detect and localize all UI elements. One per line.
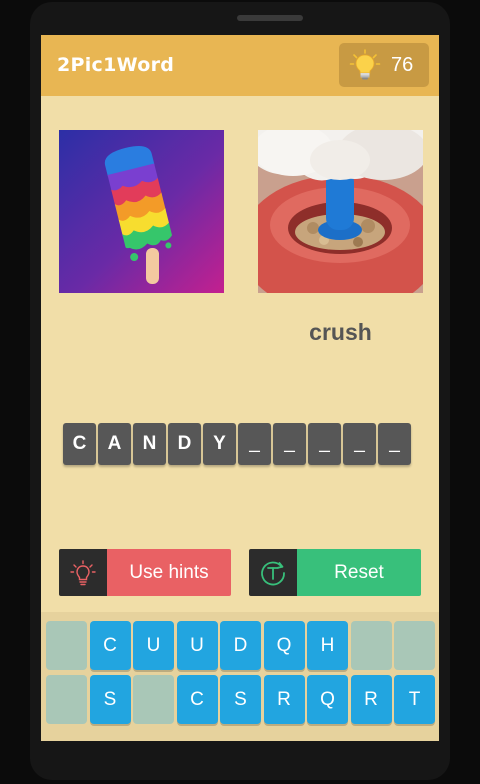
reset-t-icon [261,561,285,585]
key-letter[interactable]: U [176,621,218,670]
key-letter[interactable]: Q [307,675,348,724]
top-bar: 2Pic1Word 76 [41,35,439,96]
answer-slot-empty[interactable]: _ [343,423,376,465]
answer-slot[interactable]: Y [203,423,236,465]
hint-counter[interactable]: 76 [339,43,429,87]
key-empty [350,621,392,670]
reset-label: Reset [297,549,421,596]
answer-row: C A N D Y _ _ _ _ _ [63,423,411,465]
key-letter[interactable]: S [220,675,261,724]
crushing-image [258,130,423,293]
answer-slot-empty[interactable]: _ [308,423,341,465]
game-screen: 2Pic1Word 76 crush C A N D Y _ _ _ _ _ U… [41,35,439,741]
key-letter[interactable]: Q [263,621,305,670]
lightbulb-outline-icon [70,559,96,585]
letter-keyboard: C U U D Q H S C S R Q R T [41,612,439,741]
lightbulb-icon [349,49,381,80]
key-letter[interactable]: C [176,675,218,724]
key-empty [46,621,87,670]
answer-slot[interactable]: N [133,423,166,465]
reset-icon-box [249,549,297,596]
answer-slot[interactable]: D [168,423,201,465]
hint-bulb-icon-box [59,549,107,596]
picture-caption: crush [309,319,372,345]
key-letter[interactable]: D [220,621,261,670]
popsicle-image [59,130,224,293]
key-letter[interactable]: R [350,675,392,724]
key-empty [133,675,174,724]
key-letter[interactable]: T [394,675,435,724]
key-letter[interactable]: U [133,621,174,670]
app-title: 2Pic1Word [57,54,175,76]
key-grid: C U U D Q H S C S R Q R T [46,621,435,724]
key-letter[interactable]: R [263,675,305,724]
key-letter[interactable]: S [89,675,131,724]
reset-button[interactable]: Reset [249,549,421,596]
key-empty [46,675,87,724]
key-letter[interactable]: C [89,621,131,670]
answer-slot[interactable]: C [63,423,96,465]
picture-popsicle [59,130,224,293]
answer-slot[interactable]: A [98,423,131,465]
answer-slot-empty[interactable]: _ [273,423,306,465]
use-hints-button[interactable]: Use hints [59,549,231,596]
phone-device: 2Pic1Word 76 crush C A N D Y _ _ _ _ _ U… [0,0,480,784]
speaker-grille [237,15,303,21]
answer-slot-empty[interactable]: _ [238,423,271,465]
use-hints-label: Use hints [107,549,231,596]
key-letter[interactable]: H [307,621,348,670]
hint-count: 76 [391,54,414,76]
picture-crushing [258,130,423,293]
key-empty [394,621,435,670]
answer-slot-empty[interactable]: _ [378,423,411,465]
